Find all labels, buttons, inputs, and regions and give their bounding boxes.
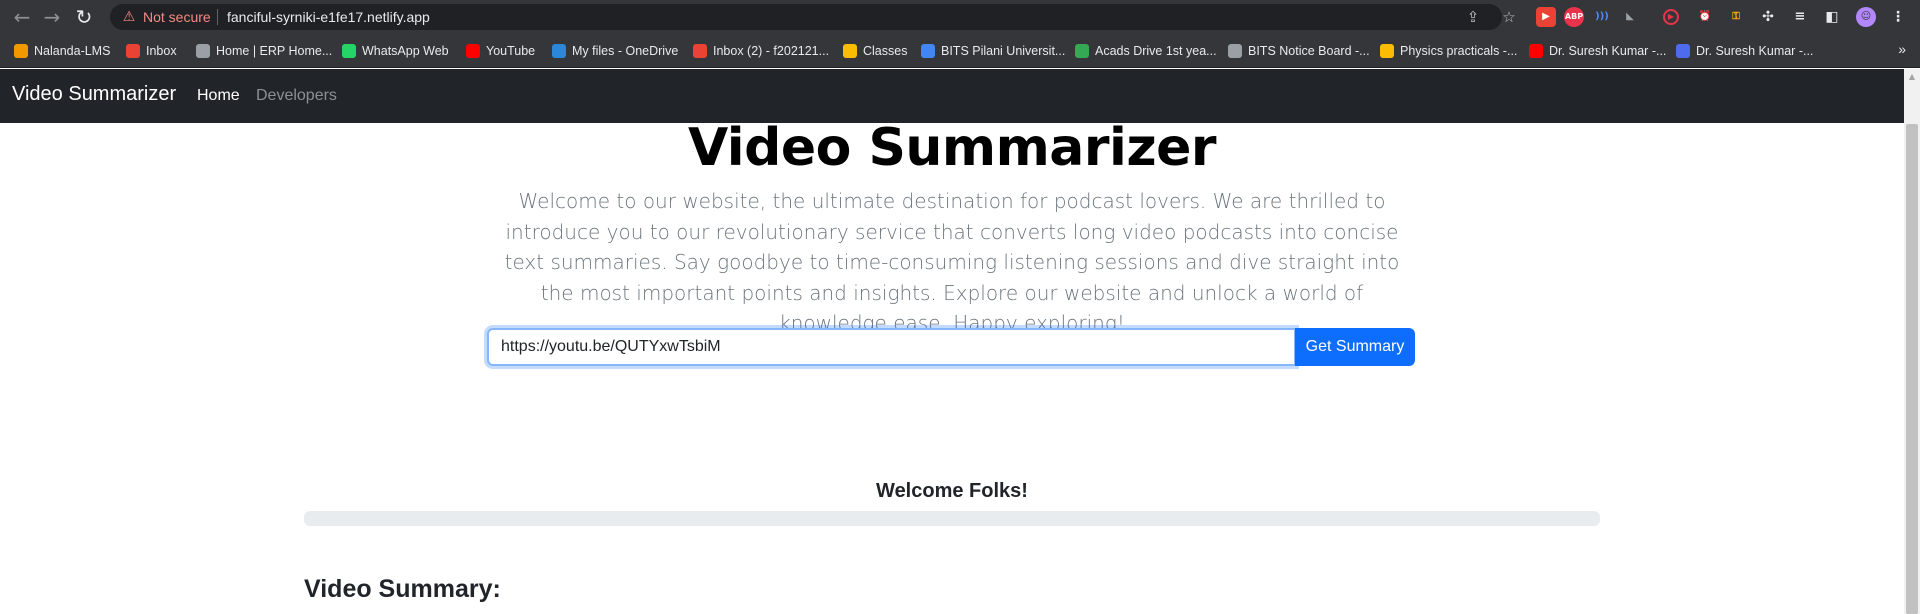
bookmark-item[interactable]: My files - OneDrive bbox=[552, 42, 678, 60]
bookmark-label: Physics practicals -... bbox=[1400, 44, 1518, 58]
scroll-up-icon[interactable]: ▲ bbox=[1906, 72, 1918, 82]
gmail-icon bbox=[693, 44, 707, 58]
browser-toolbar: ← → ↻ ⚠ Not secure fanciful-syrniki-e1fe… bbox=[0, 0, 1920, 34]
bookmark-item[interactable]: WhatsApp Web bbox=[342, 42, 449, 60]
bookmark-item[interactable]: Nalanda-LMS bbox=[14, 42, 110, 60]
globe-icon bbox=[1228, 44, 1242, 58]
bookmark-label: Dr. Suresh Kumar -... bbox=[1549, 44, 1667, 58]
bookmark-item[interactable]: YouTube bbox=[466, 42, 535, 60]
bookmark-item[interactable]: BITS Pilani Universit... bbox=[921, 42, 1065, 60]
site-navbar: Video Summarizer Home Developers bbox=[0, 69, 1904, 123]
whatsapp-icon bbox=[342, 44, 356, 58]
key-extension-icon[interactable]: ⚿ bbox=[1726, 7, 1746, 27]
bookmark-item[interactable]: Physics practicals -... bbox=[1380, 42, 1517, 60]
menu-dots-icon[interactable]: ⋮ bbox=[1888, 7, 1908, 27]
scrollbar-thumb[interactable] bbox=[1906, 124, 1918, 614]
bookmark-label: My files - OneDrive bbox=[572, 44, 679, 58]
nav-link-home[interactable]: Home bbox=[197, 87, 240, 105]
alarm-extension-icon[interactable]: ⏰ bbox=[1695, 7, 1715, 27]
share-icon[interactable]: ⇪ bbox=[1463, 7, 1483, 27]
bookmark-item[interactable]: Classes bbox=[843, 42, 907, 60]
bookmark-label: BITS Pilani Universit... bbox=[941, 44, 1066, 58]
bookmark-label: Nalanda-LMS bbox=[34, 44, 111, 58]
bookmark-label: Acads Drive 1st yea... bbox=[1095, 44, 1217, 58]
video-url-input[interactable] bbox=[487, 328, 1296, 366]
wave-extension-icon[interactable]: ))) bbox=[1592, 7, 1612, 27]
gmail-icon bbox=[126, 44, 140, 58]
chart-extension-icon[interactable]: ◣ bbox=[1620, 7, 1640, 27]
bookmark-item[interactable]: Dr. Suresh Kumar -... bbox=[1529, 42, 1666, 60]
bookmark-label: Home | ERP Home... bbox=[216, 44, 333, 58]
welcome-message: Welcome Folks! bbox=[876, 480, 1028, 502]
reload-icon[interactable]: ↻ bbox=[72, 5, 96, 29]
forward-arrow-icon[interactable]: → bbox=[40, 5, 64, 29]
intro-paragraph: Welcome to our website, the ultimate des… bbox=[504, 189, 1400, 335]
back-arrow-icon[interactable]: ← bbox=[10, 5, 34, 29]
summary-heading: Video Summary: bbox=[304, 575, 501, 603]
side-panel-icon[interactable]: ◧ bbox=[1822, 7, 1842, 27]
youtube-icon bbox=[466, 44, 480, 58]
star-icon[interactable]: ☆ bbox=[1499, 7, 1519, 27]
bookmark-label: Inbox (2) - f202121... bbox=[713, 44, 830, 58]
page-title: Video Summarizer bbox=[687, 118, 1217, 178]
navbar-brand[interactable]: Video Summarizer bbox=[12, 83, 176, 106]
address-bar[interactable]: ⚠ Not secure fanciful-syrniki-e1fe17.net… bbox=[110, 4, 1516, 30]
address-divider bbox=[217, 9, 218, 25]
warning-icon[interactable]: ⚠ bbox=[120, 8, 138, 26]
classroom-icon bbox=[843, 44, 857, 58]
extension-red-icon[interactable]: ▶ bbox=[1536, 7, 1556, 27]
nalanda-icon bbox=[14, 44, 28, 58]
bookmark-item[interactable]: BITS Notice Board -... bbox=[1228, 42, 1370, 60]
get-summary-button[interactable]: Get Summary bbox=[1295, 328, 1415, 366]
bookmark-label: Inbox bbox=[146, 44, 177, 58]
progress-bar bbox=[304, 511, 1600, 526]
puzzle-icon[interactable]: ✣ bbox=[1758, 7, 1778, 27]
bookmark-label: YouTube bbox=[486, 44, 536, 58]
bookmark-label: Dr. Suresh Kumar -... bbox=[1696, 44, 1814, 58]
url-text[interactable]: fanciful-syrniki-e1fe17.netlify.app bbox=[227, 9, 430, 25]
bookmark-item[interactable]: Inbox bbox=[126, 42, 177, 60]
not-secure-label[interactable]: Not secure bbox=[143, 9, 211, 25]
bookmark-label: BITS Notice Board -... bbox=[1248, 44, 1370, 58]
bookmark-label: Classes bbox=[863, 44, 908, 58]
nav-link-developers[interactable]: Developers bbox=[256, 87, 337, 105]
bookmark-item[interactable]: Dr. Suresh Kumar -... bbox=[1676, 42, 1813, 60]
onedrive-icon bbox=[552, 44, 566, 58]
bookmark-item[interactable]: Acads Drive 1st yea... bbox=[1075, 42, 1217, 60]
forms-icon bbox=[1676, 44, 1690, 58]
profile-icon[interactable]: ☺ bbox=[1856, 7, 1876, 27]
play-extension-icon[interactable]: ▶ bbox=[1663, 9, 1679, 25]
reading-list-icon[interactable]: ≡ bbox=[1790, 7, 1810, 27]
bookmark-item[interactable]: Inbox (2) - f202121... bbox=[693, 42, 829, 60]
bookmarks-overflow-icon[interactable]: » bbox=[1898, 41, 1906, 57]
drive-icon bbox=[1075, 44, 1089, 58]
adblock-icon[interactable]: ABP bbox=[1564, 7, 1584, 27]
globe-icon bbox=[196, 44, 210, 58]
bookmark-label: WhatsApp Web bbox=[362, 44, 449, 58]
bookmark-item[interactable]: Home | ERP Home... bbox=[196, 42, 332, 60]
bookmarks-bar: Nalanda-LMS Inbox Home | ERP Home... Wha… bbox=[0, 34, 1920, 68]
calendar-icon bbox=[921, 44, 935, 58]
youtube-icon bbox=[1529, 44, 1543, 58]
drive-icon bbox=[1380, 44, 1394, 58]
